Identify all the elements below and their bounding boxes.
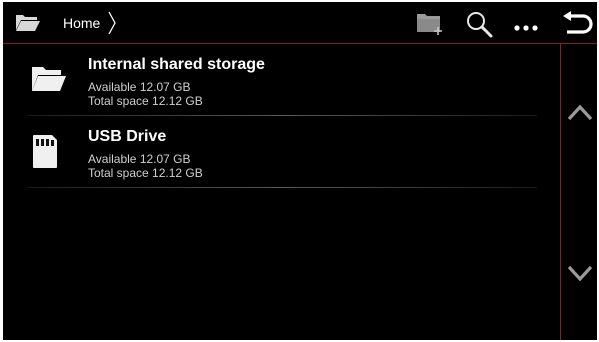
file-manager-screen: Home Internal shared storage Available 1… [3,2,597,340]
scroll-divider [560,44,561,340]
list-item-internal-storage[interactable]: Internal shared storage Available 12.07 … [3,50,560,120]
chevron-up-icon[interactable] [567,102,593,127]
storage-name: USB Drive [88,128,167,145]
search-icon[interactable] [465,10,493,43]
chevron-down-icon[interactable] [567,264,593,289]
list-divider [27,115,537,116]
list-divider [27,187,537,188]
new-folder-icon[interactable] [415,11,445,42]
storage-total: Total space 12.12 GB [88,166,203,180]
storage-total: Total space 12.12 GB [88,94,203,108]
storage-name: Internal shared storage [88,56,265,73]
header-divider [3,43,597,44]
breadcrumb-separator-icon [107,10,117,41]
storage-available: Available 12.07 GB [88,152,191,166]
top-toolbar: Home [3,2,597,43]
folder-open-icon[interactable] [15,12,41,37]
list-item-usb-drive[interactable]: USB Drive Available 12.07 GB Total space… [3,122,560,192]
sd-card-icon [32,134,58,175]
breadcrumb-home[interactable]: Home [63,15,100,31]
folder-icon [30,63,68,98]
more-icon[interactable] [513,19,539,37]
back-icon[interactable] [561,11,593,40]
storage-available: Available 12.07 GB [88,80,191,94]
